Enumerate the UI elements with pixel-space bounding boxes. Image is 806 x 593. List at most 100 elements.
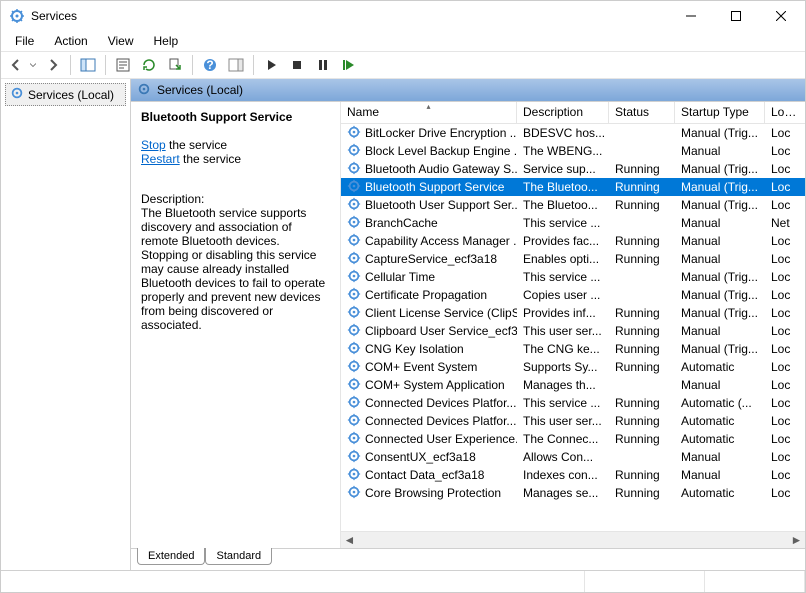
content-area: Services (Local) Services (Local) Blueto… <box>1 79 805 570</box>
cell-name: Connected Devices Platfor... <box>341 412 517 431</box>
column-description[interactable]: Description <box>517 102 609 123</box>
stop-service-button[interactable] <box>285 53 309 77</box>
cell-name: Core Browsing Protection <box>341 484 517 503</box>
cell-description: Supports Sy... <box>517 359 609 375</box>
column-status[interactable]: Status <box>609 102 675 123</box>
cell-description: This service ... <box>517 269 609 285</box>
service-row[interactable]: COM+ Event SystemSupports Sy...RunningAu… <box>341 358 805 376</box>
tree-node-services-local[interactable]: Services (Local) <box>5 83 126 106</box>
tab-standard[interactable]: Standard <box>205 548 272 565</box>
cell-name: CaptureService_ecf3a18 <box>341 250 517 269</box>
cell-logon: Loc <box>765 395 805 411</box>
start-service-button[interactable] <box>259 53 283 77</box>
service-row[interactable]: Connected Devices Platfor...This service… <box>341 394 805 412</box>
export-list-button[interactable] <box>163 53 187 77</box>
minimize-button[interactable] <box>668 1 713 31</box>
cell-logon: Loc <box>765 431 805 447</box>
service-row[interactable]: Connected Devices Platfor...This user se… <box>341 412 805 430</box>
service-row[interactable]: Contact Data_ecf3a18Indexes con...Runnin… <box>341 466 805 484</box>
cell-startup: Manual <box>675 377 765 393</box>
menu-view[interactable]: View <box>100 32 142 50</box>
service-icon <box>347 305 361 322</box>
service-icon <box>347 125 361 142</box>
svg-text:?: ? <box>206 58 213 72</box>
service-list: Name▴ Description Status Startup Type Lo… <box>341 102 805 548</box>
close-button[interactable] <box>758 1 803 31</box>
maximize-button[interactable] <box>713 1 758 31</box>
service-row[interactable]: CaptureService_ecf3a18Enables opti...Run… <box>341 250 805 268</box>
detail-panel: Bluetooth Support Service Stop the servi… <box>131 102 341 548</box>
scroll-left-icon[interactable]: ◄ <box>341 532 358 549</box>
console-tree[interactable]: Services (Local) <box>1 79 131 570</box>
stop-link[interactable]: Stop <box>141 138 166 152</box>
cell-description: This service ... <box>517 395 609 411</box>
service-row[interactable]: Core Browsing ProtectionManages se...Run… <box>341 484 805 502</box>
service-icon <box>347 215 361 232</box>
cell-name: COM+ Event System <box>341 358 517 377</box>
cell-logon: Loc <box>765 305 805 321</box>
horizontal-scrollbar[interactable]: ◄ ► <box>341 531 805 548</box>
column-logon[interactable]: Log On As <box>765 102 805 123</box>
cell-startup: Manual (Trig... <box>675 287 765 303</box>
cell-name: Certificate Propagation <box>341 286 517 305</box>
cell-logon: Loc <box>765 485 805 501</box>
service-row[interactable]: COM+ System ApplicationManages th...Manu… <box>341 376 805 394</box>
service-row[interactable]: CNG Key IsolationThe CNG ke...RunningMan… <box>341 340 805 358</box>
pause-service-button[interactable] <box>311 53 335 77</box>
sort-indicator-icon: ▴ <box>426 102 430 111</box>
cell-logon: Loc <box>765 377 805 393</box>
cell-name: Bluetooth Audio Gateway S... <box>341 160 517 179</box>
column-startup[interactable]: Startup Type <box>675 102 765 123</box>
service-row[interactable]: Clipboard User Service_ecf3...This user … <box>341 322 805 340</box>
service-icon <box>347 287 361 304</box>
service-row[interactable]: Bluetooth Audio Gateway S...Service sup.… <box>341 160 805 178</box>
properties-button[interactable] <box>111 53 135 77</box>
cell-status: Running <box>609 431 675 447</box>
refresh-button[interactable] <box>137 53 161 77</box>
cell-startup: Manual <box>675 233 765 249</box>
service-row[interactable]: Connected User Experience...The Connec..… <box>341 430 805 448</box>
scroll-right-icon[interactable]: ► <box>788 532 805 549</box>
service-row[interactable]: BitLocker Drive Encryption ...BDESVC hos… <box>341 124 805 142</box>
menu-file[interactable]: File <box>7 32 42 50</box>
service-row[interactable]: ConsentUX_ecf3a18Allows Con...ManualLoc <box>341 448 805 466</box>
service-row[interactable]: Bluetooth Support ServiceThe Bluetoo...R… <box>341 178 805 196</box>
service-row[interactable]: Block Level Backup Engine ...The WBENG..… <box>341 142 805 160</box>
forward-button[interactable] <box>41 53 65 77</box>
cell-logon: Loc <box>765 161 805 177</box>
cell-startup: Automatic <box>675 413 765 429</box>
cell-logon: Loc <box>765 197 805 213</box>
cell-description: The Bluetoo... <box>517 197 609 213</box>
show-hide-tree-button[interactable] <box>76 53 100 77</box>
service-icon <box>347 179 361 196</box>
cell-startup: Manual (Trig... <box>675 179 765 195</box>
cell-name: Connected User Experience... <box>341 430 517 449</box>
menu-action[interactable]: Action <box>46 32 95 50</box>
cell-logon: Loc <box>765 449 805 465</box>
title-bar: Services <box>1 1 805 31</box>
service-row[interactable]: Bluetooth User Support Ser...The Bluetoo… <box>341 196 805 214</box>
cell-status <box>609 150 675 152</box>
status-bar <box>1 570 805 592</box>
restart-service-button[interactable] <box>337 53 361 77</box>
service-row[interactable]: Client License Service (ClipS...Provides… <box>341 304 805 322</box>
service-icon <box>347 431 361 448</box>
service-row[interactable]: Cellular TimeThis service ...Manual (Tri… <box>341 268 805 286</box>
service-row[interactable]: BranchCacheThis service ...ManualNet <box>341 214 805 232</box>
tab-extended[interactable]: Extended <box>137 548 205 565</box>
menu-help[interactable]: Help <box>146 32 187 50</box>
service-row[interactable]: Capability Access Manager ...Provides fa… <box>341 232 805 250</box>
restart-link[interactable]: Restart <box>141 152 180 166</box>
cell-logon: Loc <box>765 341 805 357</box>
services-node-icon <box>10 86 24 103</box>
service-rows[interactable]: BitLocker Drive Encryption ...BDESVC hos… <box>341 124 805 531</box>
service-row[interactable]: Certificate PropagationCopies user ...Ma… <box>341 286 805 304</box>
cell-startup: Manual <box>675 215 765 231</box>
cell-description: Provides inf... <box>517 305 609 321</box>
back-button[interactable] <box>5 53 39 77</box>
cell-name: CNG Key Isolation <box>341 340 517 359</box>
help-button[interactable]: ? <box>198 53 222 77</box>
action-pane-button[interactable] <box>224 53 248 77</box>
service-icon <box>347 161 361 178</box>
column-name[interactable]: Name▴ <box>341 102 517 123</box>
